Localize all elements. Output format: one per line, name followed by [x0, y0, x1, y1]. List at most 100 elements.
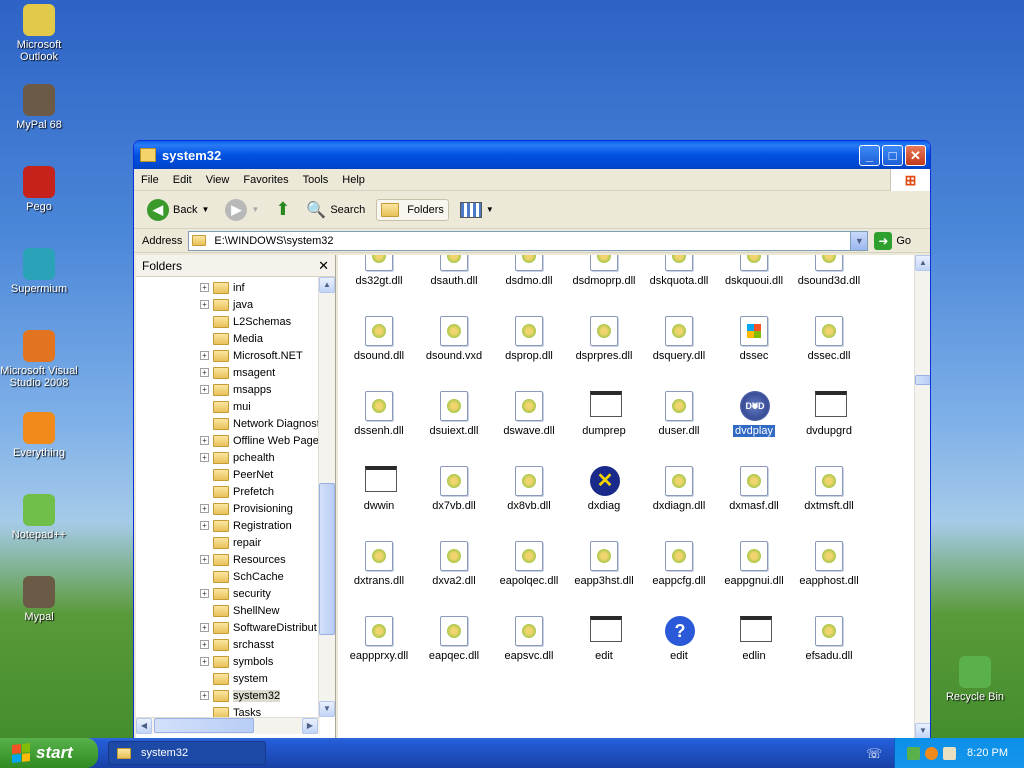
start-button[interactable]: start — [0, 738, 98, 768]
folder-tree-item[interactable]: + Offline Web Page — [200, 432, 319, 449]
file-item[interactable]: dumprep — [567, 391, 641, 437]
file-item[interactable]: ds32gt.dll — [342, 255, 416, 287]
folder-tree-item[interactable]: system — [200, 670, 268, 687]
folder-tree-item[interactable]: L2Schemas — [200, 313, 291, 330]
address-dropdown-icon[interactable]: ▼ — [850, 231, 868, 250]
folders-button[interactable]: Folders — [376, 198, 449, 221]
folder-tree-item[interactable]: repair — [200, 534, 261, 551]
expand-icon[interactable]: + — [200, 521, 209, 530]
file-item[interactable]: dxtrans.dll — [342, 541, 416, 587]
title-bar[interactable]: system32 _ □ ✕ — [134, 141, 930, 169]
folder-tree-item[interactable]: + system32 — [200, 687, 281, 704]
folder-tree-item[interactable]: + inf — [200, 279, 245, 296]
taskbar-button-system32[interactable]: system32 — [108, 741, 266, 765]
close-button[interactable]: ✕ — [905, 145, 926, 166]
forward-button[interactable]: ▶ ▼ — [220, 195, 264, 225]
scroll-thumb[interactable] — [915, 375, 930, 385]
expand-icon[interactable]: + — [200, 640, 209, 649]
expand-icon[interactable]: + — [200, 657, 209, 666]
file-item[interactable]: dxtmsft.dll — [792, 466, 866, 512]
file-item[interactable]: dsquery.dll — [642, 316, 716, 362]
folder-tree-item[interactable]: + pchealth — [200, 449, 275, 466]
desktop-icon-notepad-[interactable]: Notepad++ — [0, 494, 78, 541]
back-button[interactable]: ◀ Back ▼ — [142, 195, 214, 225]
file-item[interactable]: dxmasf.dll — [717, 466, 791, 512]
desktop-icon-everything[interactable]: Everything — [0, 412, 78, 459]
file-item[interactable]: dxva2.dll — [417, 541, 491, 587]
file-item[interactable]: dswave.dll — [492, 391, 566, 437]
file-item[interactable]: dskquoui.dll — [717, 255, 791, 287]
folder-tree-item[interactable]: ShellNew — [200, 602, 279, 619]
file-view-scrollbar[interactable]: ▲ ▼ — [914, 255, 930, 739]
hscroll-thumb[interactable] — [154, 718, 254, 733]
file-item[interactable]: dvdupgrd — [792, 391, 866, 437]
folder-tree-item[interactable]: Tasks — [200, 704, 261, 717]
scroll-thumb[interactable] — [319, 483, 335, 635]
desktop-icon-microsoft-outlook[interactable]: Microsoft Outlook — [0, 4, 78, 63]
folder-tree-hscrollbar[interactable]: ◀ ▶ — [136, 717, 320, 734]
scroll-up-icon[interactable]: ▲ — [915, 255, 930, 271]
file-item[interactable]: dsdmoprp.dll — [567, 255, 641, 287]
back-dropdown-icon[interactable]: ▼ — [201, 205, 209, 214]
up-folder-button[interactable]: ⬆ — [270, 195, 295, 224]
folder-tree-item[interactable]: + SoftwareDistribut — [200, 619, 317, 636]
file-item[interactable]: dsprop.dll — [492, 316, 566, 362]
file-item[interactable]: dskquota.dll — [642, 255, 716, 287]
folder-tree-item[interactable]: Network Diagnost — [200, 415, 320, 432]
file-item[interactable]: dsound.vxd — [417, 316, 491, 362]
desktop-icon-mypal[interactable]: Mypal — [0, 576, 78, 623]
close-pane-icon[interactable]: ✕ — [318, 258, 329, 274]
expand-icon[interactable]: + — [200, 555, 209, 564]
menu-favorites[interactable]: Favorites — [236, 174, 295, 186]
folder-tree-item[interactable]: PeerNet — [200, 466, 273, 483]
file-item[interactable]: dx7vb.dll — [417, 466, 491, 512]
network-icon[interactable]: ☏ — [866, 746, 882, 762]
expand-icon[interactable]: + — [200, 589, 209, 598]
folder-tree-item[interactable]: SchCache — [200, 568, 284, 585]
file-item[interactable]: eappprxy.dll — [342, 616, 416, 662]
file-item[interactable]: edit — [567, 616, 641, 662]
magnifier-icon[interactable] — [925, 746, 939, 760]
minimize-button[interactable]: _ — [859, 145, 880, 166]
file-item[interactable]: dsound3d.dll — [792, 255, 866, 287]
expand-icon[interactable]: + — [200, 436, 209, 445]
file-item[interactable]: ? edit — [642, 616, 716, 662]
scroll-left-icon[interactable]: ◀ — [136, 718, 152, 734]
tray-utility-icon[interactable] — [943, 746, 957, 760]
file-item[interactable]: duser.dll — [642, 391, 716, 437]
folder-tree-item[interactable]: + Resources — [200, 551, 286, 568]
folder-tree-item[interactable]: + Registration — [200, 517, 292, 534]
folder-tree-item[interactable]: + msapps — [200, 381, 272, 398]
expand-icon[interactable]: + — [200, 385, 209, 394]
desktop-icon-recycle-bin[interactable]: Recycle Bin — [936, 656, 1014, 703]
file-item[interactable]: dsdmo.dll — [492, 255, 566, 287]
desktop-icon-mypal-68[interactable]: MyPal 68 — [0, 84, 78, 131]
folder-tree-item[interactable]: + msagent — [200, 364, 275, 381]
expand-icon[interactable]: + — [200, 691, 209, 700]
file-item[interactable]: dwwin — [342, 466, 416, 512]
folder-tree-item[interactable]: mui — [200, 398, 251, 415]
folder-tree-item[interactable]: + java — [200, 296, 253, 313]
address-field[interactable]: E:\WINDOWS\system32 ▼ — [188, 230, 869, 251]
desktop-icon-pego[interactable]: Pego — [0, 166, 78, 213]
folder-tree-item[interactable]: + security — [200, 585, 271, 602]
desktop-icon-microsoft-visual-studio-2008[interactable]: Microsoft Visual Studio 2008 — [0, 330, 78, 389]
file-item[interactable]: eapp3hst.dll — [567, 541, 641, 587]
folder-tree-scrollbar[interactable]: ▲ ▼ — [318, 277, 335, 717]
scroll-down-icon[interactable]: ▼ — [915, 723, 930, 739]
file-item[interactable]: dssec — [717, 316, 791, 362]
folder-tree-item[interactable]: Prefetch — [200, 483, 274, 500]
file-item[interactable]: eapsvc.dll — [492, 616, 566, 662]
menu-view[interactable]: View — [199, 174, 237, 186]
maximize-button[interactable]: □ — [882, 145, 903, 166]
file-item[interactable]: edlin — [717, 616, 791, 662]
file-item[interactable]: eapqec.dll — [417, 616, 491, 662]
go-button[interactable]: ➜ Go — [874, 231, 911, 250]
menu-edit[interactable]: Edit — [166, 174, 199, 186]
file-item[interactable]: dssenh.dll — [342, 391, 416, 437]
menu-file[interactable]: File — [134, 174, 166, 186]
expand-icon[interactable]: + — [200, 283, 209, 292]
file-item[interactable]: dsound.dll — [342, 316, 416, 362]
expand-icon[interactable]: + — [200, 351, 209, 360]
clock[interactable]: 8:20 PM — [967, 747, 1008, 759]
